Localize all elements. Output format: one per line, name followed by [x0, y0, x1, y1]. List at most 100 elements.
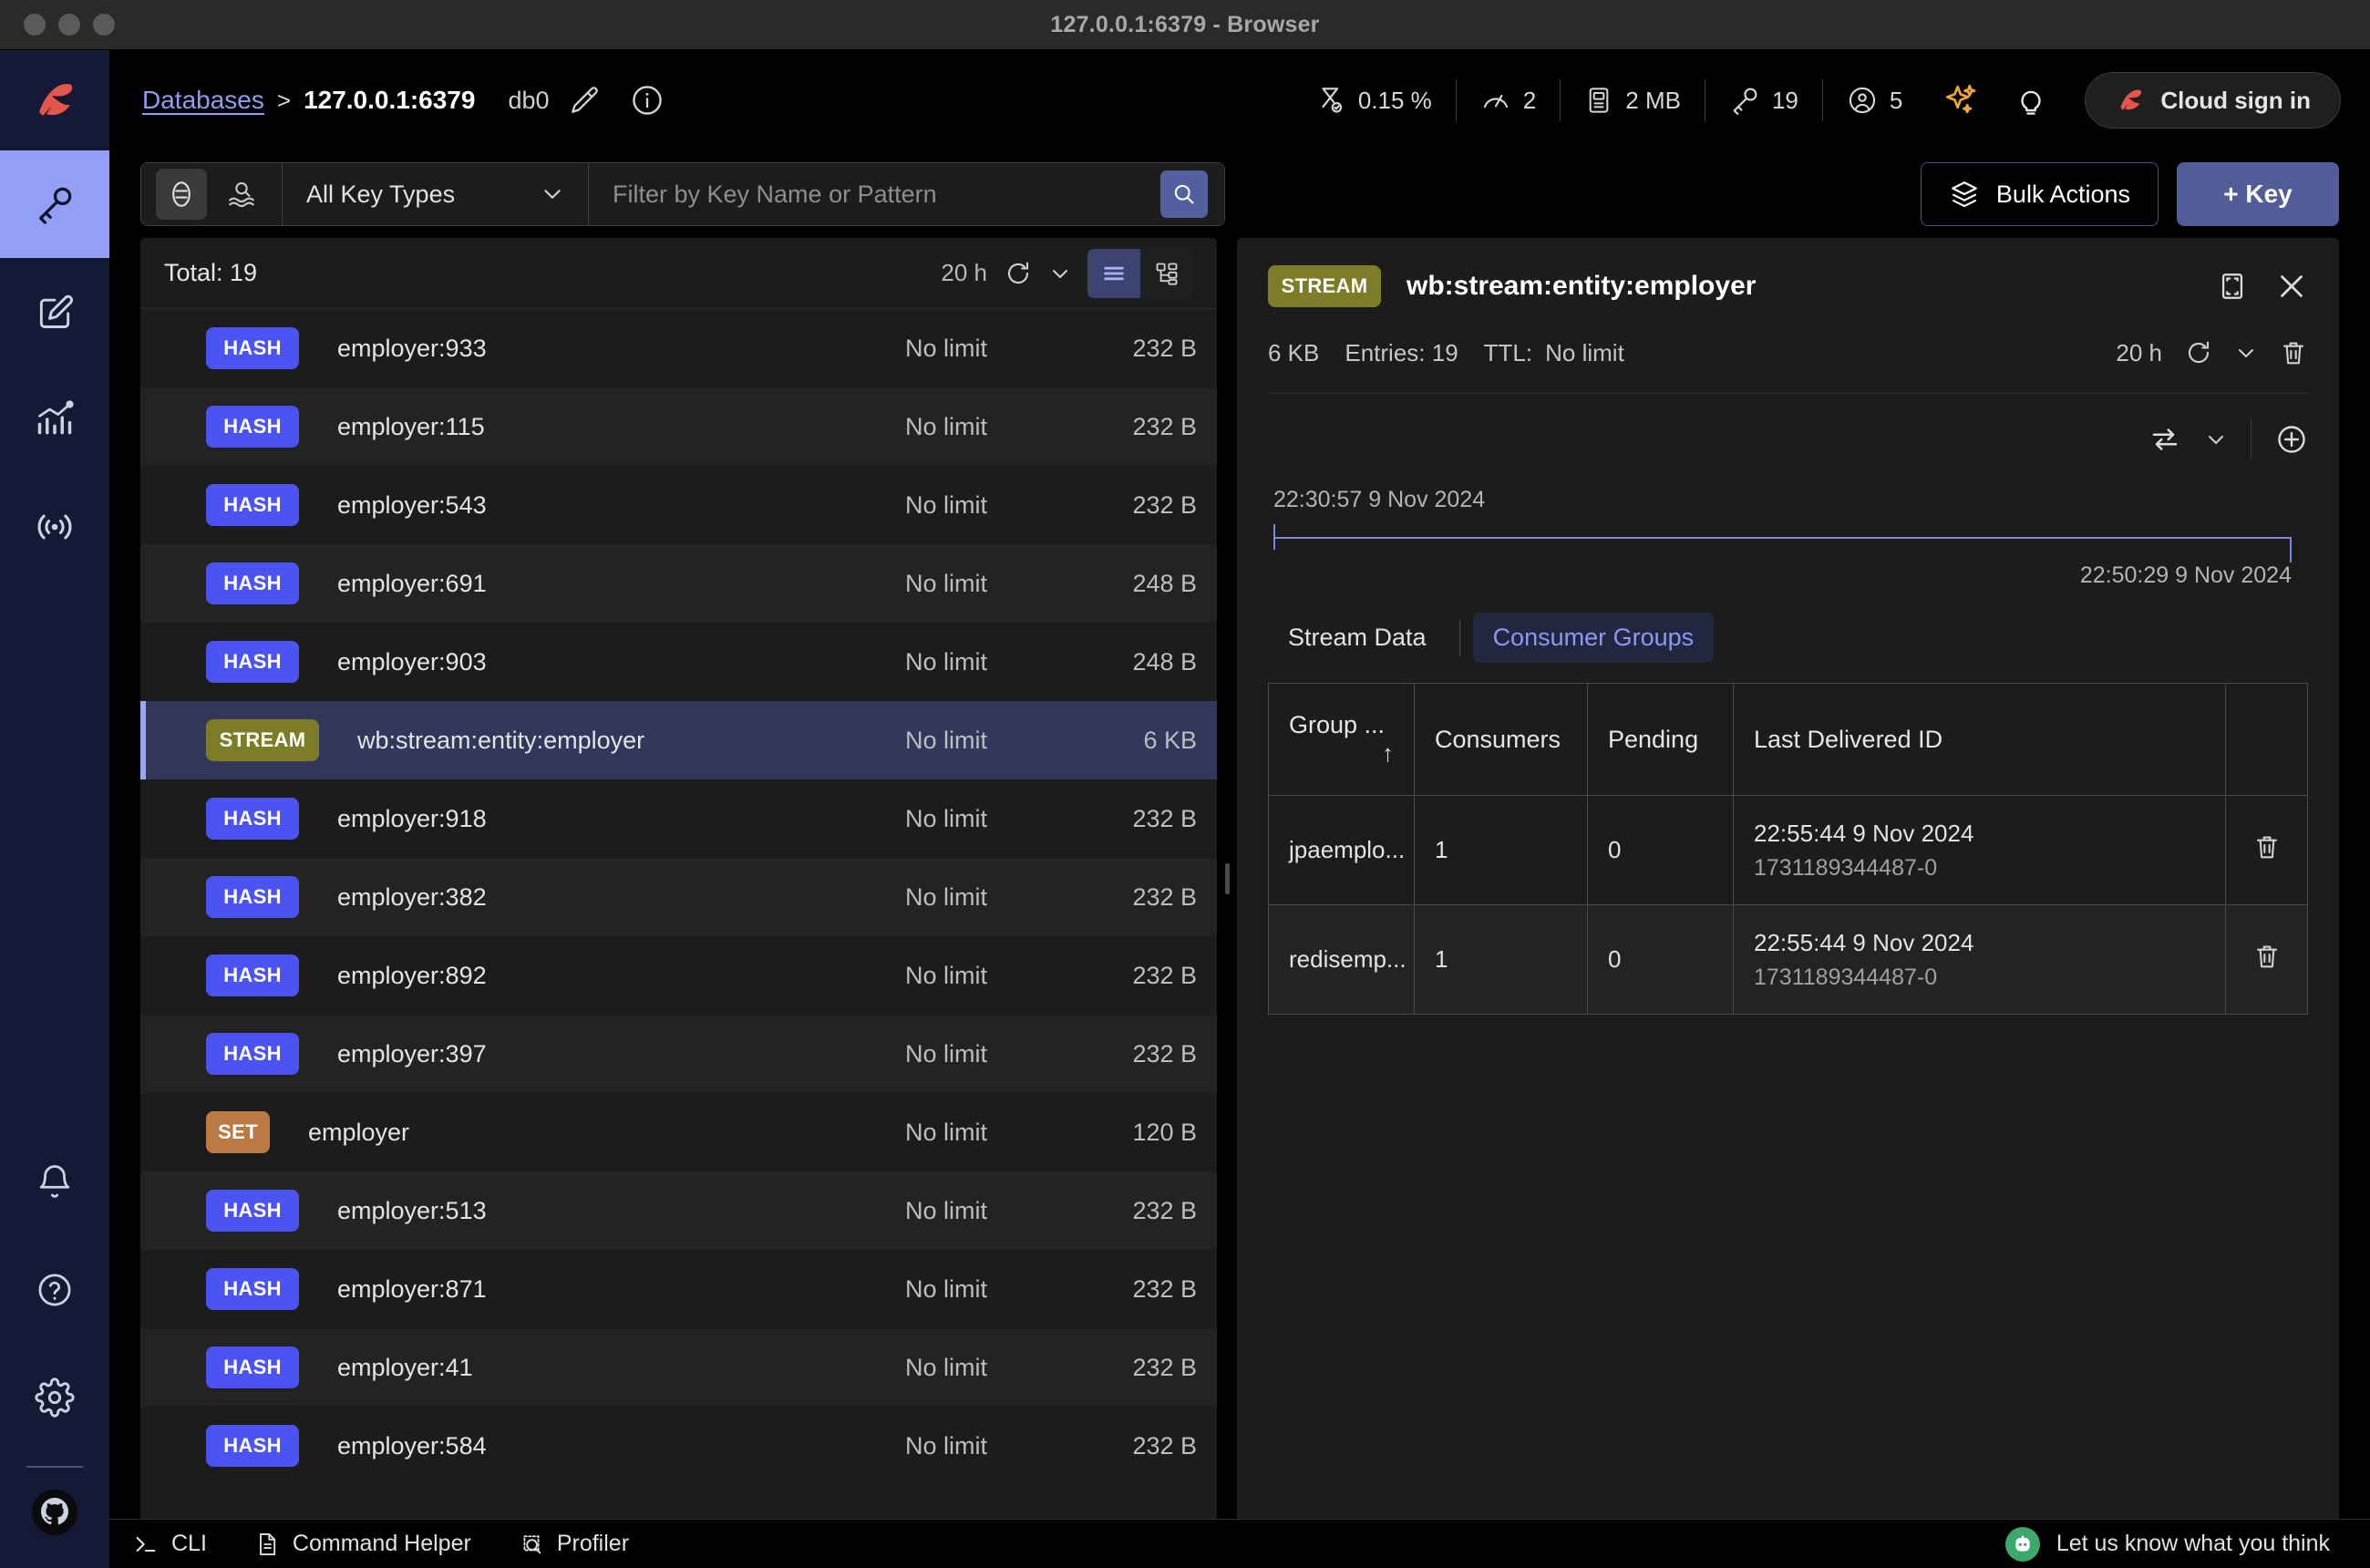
search-input[interactable] — [613, 163, 1224, 225]
metric-memory[interactable]: 2 MB — [1561, 86, 1705, 115]
profiler-button[interactable]: Profiler — [495, 1531, 653, 1557]
list-view-icon[interactable] — [1087, 248, 1140, 298]
key-list-row[interactable]: HASH employer:41 No limit 232 B — [140, 1328, 1217, 1407]
range-slider[interactable] — [1273, 522, 2303, 562]
chevron-down-icon[interactable] — [1049, 263, 1071, 284]
cli-button[interactable]: CLI — [109, 1531, 231, 1557]
metric-keys[interactable]: 19 — [1705, 85, 1822, 116]
key-detail-column: STREAM wb:stream:entity:employer 6 KB En… — [1237, 238, 2370, 1519]
layers-icon — [1949, 179, 1980, 210]
sort-order-icon[interactable] — [2148, 423, 2181, 456]
sort-asc-icon: ↑ — [1382, 739, 1394, 767]
refresh-icon[interactable] — [1004, 259, 1033, 288]
redis-logo[interactable] — [0, 50, 109, 150]
sidebar-item-notifications[interactable] — [0, 1129, 109, 1236]
pencil-icon[interactable] — [568, 84, 601, 117]
window-traffic-lights[interactable] — [0, 14, 115, 36]
metric-cpu[interactable]: 0.15 % — [1292, 85, 1456, 116]
key-ttl: No limit — [905, 1431, 988, 1460]
close-icon[interactable] — [2275, 270, 2308, 303]
key-list-row[interactable]: HASH employer:584 No limit 232 B — [140, 1407, 1217, 1485]
sidebar-item-analytics[interactable] — [0, 366, 109, 473]
key-name: employer:115 — [337, 412, 485, 440]
panel-splitter[interactable] — [1217, 238, 1237, 1519]
cell-last-delivered-id: 22:55:44 9 Nov 2024 1731189344487-0 — [1733, 904, 2226, 1015]
sidebar-item-help[interactable] — [0, 1236, 109, 1344]
search-icon[interactable] — [1160, 170, 1208, 218]
key-name: employer:892 — [337, 961, 487, 989]
key-name: employer:382 — [337, 882, 487, 911]
key-type-badge: HASH — [206, 484, 299, 526]
add-key-button[interactable]: + Key — [2177, 162, 2339, 226]
key-list-row[interactable]: HASH employer:933 No limit 232 B — [140, 309, 1217, 387]
key-size: 248 B — [1132, 569, 1197, 597]
delete-consumer-group-button[interactable] — [2225, 904, 2308, 1015]
key-list-row[interactable]: HASH employer:691 No limit 248 B — [140, 544, 1217, 623]
tree-view-icon[interactable] — [1140, 249, 1193, 298]
keys-list[interactable]: HASH employer:933 No limit 232 B HASH employe… — [140, 309, 1217, 1519]
key-list-row[interactable]: HASH employer:115 No limit 232 B — [140, 387, 1217, 466]
tab-consumer-groups[interactable]: Consumer Groups — [1472, 613, 1715, 663]
maximize-window-button[interactable] — [93, 14, 115, 36]
tab-stream-data[interactable]: Stream Data — [1268, 613, 1447, 663]
key-list-row[interactable]: HASH employer:397 No limit 232 B — [140, 1015, 1217, 1093]
keys-panel-header: Total: 19 20 h — [140, 238, 1217, 309]
detail-tabs: Stream Data Consumer Groups — [1237, 589, 2339, 663]
metric-commands[interactable]: 2 — [1457, 85, 1560, 116]
key-ttl: No limit — [905, 1196, 988, 1224]
detail-refresh-timer: 20 h — [2116, 338, 2162, 366]
key-list-row[interactable]: HASH employer:513 No limit 232 B — [140, 1171, 1217, 1250]
last-delivered-time: 22:55:44 9 Nov 2024 — [1754, 928, 1974, 956]
key-list-row[interactable]: STREAM wb:stream:entity:employer No limit 6… — [140, 701, 1217, 779]
sidebar-item-workbench[interactable] — [0, 258, 109, 366]
range-handle-end[interactable] — [2290, 537, 2292, 562]
column-header-last-delivered-id[interactable]: Last Delivered ID — [1733, 683, 2226, 796]
scan-layers-icon[interactable] — [216, 169, 267, 220]
trash-icon[interactable] — [2279, 338, 2308, 367]
key-list-row[interactable]: HASH employer:892 No limit 232 B — [140, 936, 1217, 1015]
sidebar-item-browser[interactable] — [0, 150, 109, 258]
sidebar-item-settings[interactable] — [0, 1344, 109, 1451]
command-helper-button[interactable]: Command Helper — [231, 1531, 495, 1557]
breadcrumb-databases-link[interactable]: Databases — [142, 86, 264, 115]
delete-consumer-group-button[interactable] — [2225, 795, 2308, 905]
breadcrumb-current-db: 127.0.0.1:6379 — [304, 86, 476, 114]
filter-icon[interactable] — [156, 169, 207, 220]
column-header-group[interactable]: Group ... ↑ — [1268, 683, 1415, 796]
column-header-consumers[interactable]: Consumers — [1414, 683, 1588, 796]
consumer-group-row[interactable]: redisemp... 1 0 22:55:44 9 Nov 2024 17311893… — [1268, 904, 2308, 1015]
key-list-row[interactable]: HASH employer:543 No limit 232 B — [140, 466, 1217, 544]
key-type-select[interactable]: All Key Types — [283, 163, 588, 225]
cloud-sign-in-button[interactable]: Cloud sign in — [2085, 72, 2341, 129]
key-type-badge: HASH — [206, 1425, 299, 1467]
key-list-row[interactable]: HASH employer:903 No limit 248 B — [140, 623, 1217, 701]
database-index-label: db0 — [508, 86, 550, 114]
key-list-row[interactable]: HASH employer:382 No limit 232 B — [140, 858, 1217, 936]
chevron-down-icon[interactable] — [2235, 342, 2257, 364]
sidebar-item-pubsub[interactable] — [0, 473, 109, 581]
sparkles-icon — [1942, 81, 1981, 119]
refresh-icon[interactable] — [2184, 338, 2213, 367]
key-list-row[interactable]: SET employer No limit 120 B — [140, 1093, 1217, 1171]
metric-clients[interactable]: 5 — [1823, 85, 1926, 116]
ai-assistant-button[interactable] — [1926, 81, 1997, 119]
key-size: 232 B — [1132, 1431, 1197, 1460]
fullscreen-icon[interactable] — [2217, 271, 2248, 302]
tips-button[interactable] — [1997, 83, 2065, 118]
minimize-window-button[interactable] — [58, 14, 80, 36]
rail-divider — [26, 1466, 83, 1468]
bulk-actions-button[interactable]: Bulk Actions — [1920, 162, 2159, 226]
close-window-button[interactable] — [24, 14, 46, 36]
detail-ttl-value[interactable]: No limit — [1545, 339, 1624, 367]
sidebar-item-github[interactable] — [30, 1488, 79, 1537]
plus-circle-icon[interactable] — [2275, 423, 2308, 456]
column-header-pending[interactable]: Pending — [1587, 683, 1734, 796]
consumer-group-row[interactable]: jpaemplo... 1 0 22:55:44 9 Nov 2024 17311893… — [1268, 795, 2308, 905]
window-title: 127.0.0.1:6379 - Browser — [1050, 11, 1320, 37]
chevron-down-icon[interactable] — [2205, 428, 2227, 450]
key-size: 232 B — [1132, 1039, 1197, 1068]
key-list-row[interactable]: HASH employer:871 No limit 232 B — [140, 1250, 1217, 1328]
info-circle-icon[interactable] — [630, 83, 665, 118]
key-list-row[interactable]: HASH employer:918 No limit 232 B — [140, 779, 1217, 858]
feedback-area[interactable]: Let us know what you think — [2004, 1526, 2339, 1562]
